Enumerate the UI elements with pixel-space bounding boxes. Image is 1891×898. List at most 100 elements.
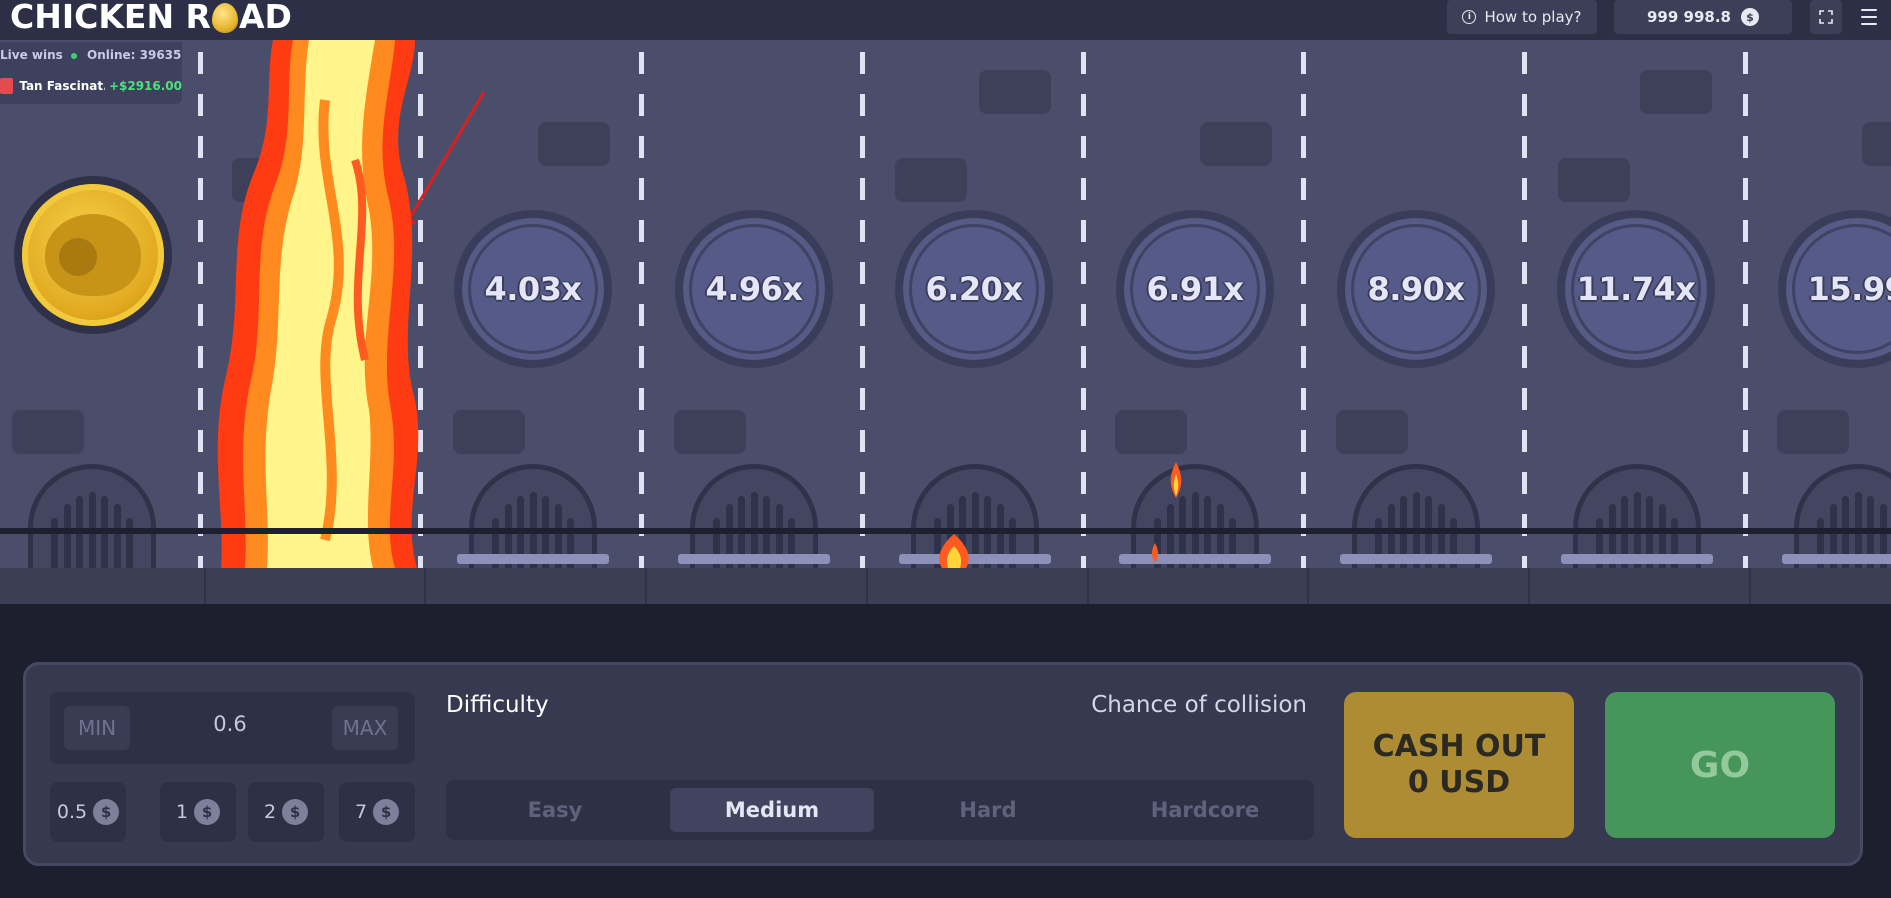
go-button[interactable]: GO [1605,692,1835,838]
gate-base [1119,554,1271,564]
difficulty-option-hard[interactable]: Hard [886,788,1090,832]
sewer-gate [1573,464,1701,568]
live-win-user: Tan Fascinat... [19,79,105,93]
multiplier-circle[interactable]: 6.91x [1116,210,1274,368]
sidewalk-joint [866,568,868,604]
logo-text-right: AD [238,0,292,36]
chicken-icon [45,214,141,296]
chicken-coin [14,176,172,334]
difficulty-option-hardcore[interactable]: Hardcore [1103,788,1307,832]
bet-chip-button[interactable]: 7 $ [339,782,415,842]
wall-brick [1862,122,1891,166]
multiplier-inner: 15.99 [1795,227,1891,351]
lane-divider [860,52,865,568]
fullscreen-icon [1819,10,1833,24]
menu-icon-line [1861,16,1877,18]
multiplier-value: 4.96x [705,270,803,308]
sewer-gate [1794,464,1891,568]
road-curb [0,528,1891,534]
dollar-icon: $ [373,799,400,825]
multiplier-inner: 4.96x [692,227,816,351]
difficulty-label: Difficulty [446,692,549,718]
bet-chip-button[interactable]: 1 $ [160,782,236,842]
cash-out-label: CASH OUT [1372,729,1546,764]
multiplier-inner: 6.20x [912,227,1036,351]
multiplier-circle[interactable]: 11.74x [1557,210,1715,368]
small-flame-icon [1170,462,1182,498]
game-root: CHICKEN R AD i How to play? 999 998.8 $ [0,0,1891,898]
sewer-gate [690,464,818,568]
wall-brick [12,410,84,454]
multiplier-circle[interactable]: 4.96x [675,210,833,368]
min-bet-button[interactable]: MIN [64,706,130,750]
multiplier-inner: 4.03x [471,227,595,351]
menu-icon-line [1861,9,1877,11]
multiplier-value: 8.90x [1367,270,1465,308]
chip-value: 7 [354,801,368,823]
dollar-icon: $ [93,799,120,825]
multiplier-circle[interactable]: 6.20x [895,210,1053,368]
online-status-dot [71,53,77,59]
sewer-gate [28,464,156,568]
bet-chip-button[interactable]: 0.5 $ [50,782,126,842]
wall-brick [1777,410,1849,454]
lane-divider [1743,52,1748,568]
dollar-icon: $ [282,799,309,825]
difficulty-option-medium[interactable]: Medium [670,788,874,832]
info-icon: i [1462,10,1477,24]
wall-brick [1200,122,1272,166]
gate-base [1340,554,1492,564]
wall-brick [1336,410,1408,454]
chip-value: 0.5 [56,801,88,823]
bet-amount-input[interactable]: 0.6 [180,712,280,736]
sidewalk [0,568,1891,604]
wall-brick [674,410,746,454]
max-bet-button[interactable]: MAX [332,706,398,750]
sewer-gate [1352,464,1480,568]
dollar-icon: $ [194,799,221,825]
balance-value: 999 998.8 [1647,8,1731,26]
small-flame-icon [1152,543,1158,563]
cash-out-button[interactable]: CASH OUT 0 USD [1344,692,1574,838]
wall-brick [979,70,1051,114]
gold-coin-icon [22,184,164,326]
lane-divider [1522,52,1527,568]
chip-value: 1 [175,801,189,823]
gate-base [457,554,609,564]
lane-divider [198,52,203,568]
sidewalk-joint [1307,568,1309,604]
menu-icon-line [1861,23,1877,25]
multiplier-inner: 11.74x [1574,227,1698,351]
gate-base [1782,554,1891,564]
wall-brick [453,410,525,454]
wall-brick [1558,158,1630,202]
gate-base [678,554,830,564]
sidewalk-joint [1087,568,1089,604]
gate-base [1561,554,1713,564]
avatar [0,78,14,94]
wall-brick [538,122,610,166]
multiplier-value: 6.20x [925,270,1023,308]
multiplier-circle[interactable]: 8.90x [1337,210,1495,368]
sidewalk-joint [1528,568,1530,604]
fullscreen-button[interactable] [1810,0,1842,34]
live-win-amount: +$2916.00 [108,79,182,93]
fire-column [217,40,419,568]
game-logo: CHICKEN R AD [10,0,292,34]
bet-chip-button[interactable]: 2 $ [248,782,324,842]
sidewalk-joint [204,568,206,604]
multiplier-inner: 8.90x [1354,227,1478,351]
dollar-coin-icon: $ [1740,8,1759,26]
multiplier-circle[interactable]: 15.99 [1778,210,1891,368]
difficulty-option-easy[interactable]: Easy [453,788,657,832]
wall-brick [1640,70,1712,114]
sidewalk-joint [424,568,426,604]
chance-of-collision-label: Chance of collision [1091,692,1307,718]
menu-button[interactable] [1857,6,1881,28]
live-wins-title: Live wins [0,48,63,62]
multiplier-value: 11.74x [1576,270,1696,308]
how-to-play-label: How to play? [1484,8,1582,26]
online-count: Online: 39635 [87,48,182,62]
how-to-play-button[interactable]: i How to play? [1447,0,1597,34]
multiplier-inner: 6.91x [1133,227,1257,351]
